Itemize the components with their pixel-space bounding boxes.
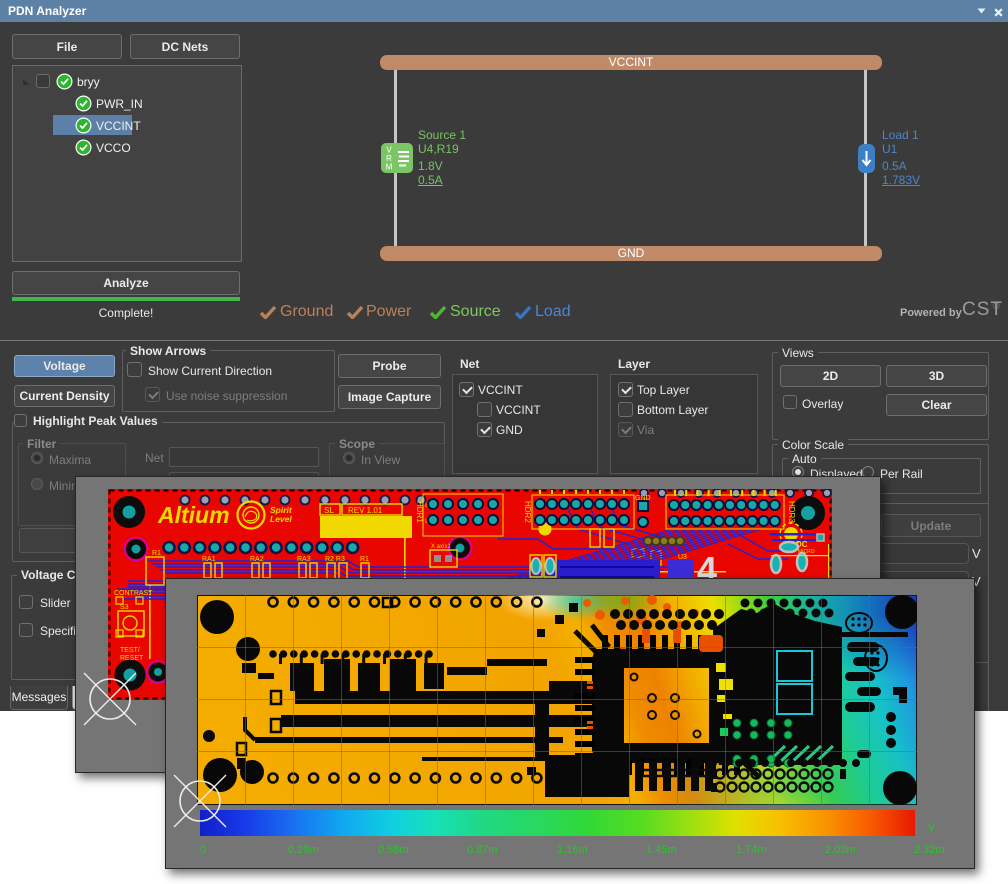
svg-text:R2 R3: R2 R3 [325,556,345,563]
svg-text:RA3: RA3 [297,556,311,563]
svg-text:U3: U3 [678,554,687,561]
svg-text:HDR1: HDR1 [415,501,424,523]
svg-text:R1: R1 [360,556,369,563]
svg-text:HDR2: HDR2 [523,501,532,523]
svg-text:TEST/: TEST/ [120,647,140,654]
svg-text:SL: SL [324,506,334,515]
svg-text:M: M [386,163,393,172]
svg-text:RESET: RESET [120,655,144,662]
svg-text:Level: Level [270,514,292,524]
svg-text:Altium: Altium [157,502,230,528]
svg-text:REV 1.01: REV 1.01 [348,506,383,515]
svg-text:HDR3: HDR3 [787,501,796,523]
svg-text:R1: R1 [152,550,161,557]
svg-text:RA2: RA2 [250,556,264,563]
svg-text:S3: S3 [120,604,129,611]
svg-text:X axis1: X axis1 [431,544,451,550]
svg-text:CONTRAST: CONTRAST [114,590,153,597]
svg-text:RA1: RA1 [202,556,216,563]
